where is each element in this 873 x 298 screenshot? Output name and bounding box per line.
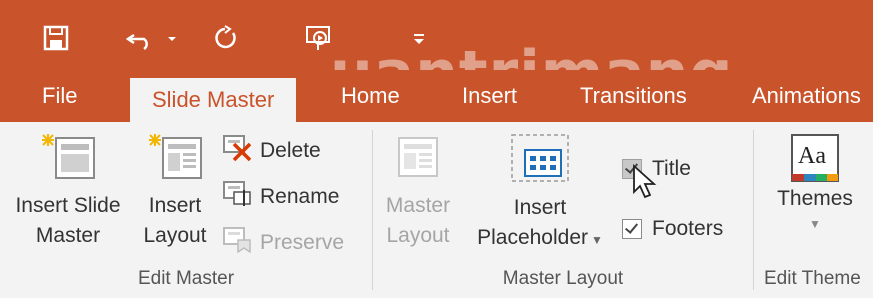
tab-insert[interactable]: Insert (462, 70, 517, 122)
themes-label: Themes (777, 187, 853, 210)
insert-layout-button[interactable]: Insert Layout (134, 132, 216, 251)
insert-placeholder-button[interactable]: Insert Placeholder ▼ (466, 132, 614, 255)
footers-checkbox[interactable]: Footers (622, 212, 723, 246)
insert-layout-icon (143, 132, 207, 191)
chevron-down-icon: ▼ (809, 217, 821, 231)
themes-icon-text: Aa (798, 143, 826, 169)
insert-placeholder-label-1: Insert (513, 196, 567, 219)
tab-home[interactable]: Home (341, 70, 400, 122)
insert-placeholder-label-row: Placeholder ▼ (477, 223, 603, 255)
rename-icon (222, 180, 254, 214)
undo-icon[interactable] (124, 18, 180, 58)
insert-slide-master-label-1: Insert Slide (15, 194, 121, 217)
preserve-button[interactable]: Preserve (222, 226, 344, 260)
group-divider (753, 130, 754, 290)
insert-layout-label-2: Layout (143, 224, 207, 247)
master-layout-group-label: Master Layout (502, 268, 624, 289)
rename-label: Rename (260, 185, 340, 208)
preserve-label: Preserve (260, 231, 345, 254)
themes-button[interactable]: Aa Themes ▼ (766, 132, 864, 234)
delete-button[interactable]: Delete (222, 134, 321, 168)
mouse-cursor-icon (632, 163, 658, 205)
chevron-down-icon: ▼ (591, 233, 603, 247)
insert-layout-label-1: Insert (148, 194, 202, 217)
delete-icon (222, 134, 254, 168)
footers-checkbox-label: Footers (652, 217, 724, 240)
footers-checkbox-box[interactable] (622, 219, 642, 239)
delete-label: Delete (260, 139, 321, 162)
master-layout-button[interactable]: Master Layout (382, 132, 454, 251)
edit-master-group-label: Edit Master (137, 268, 235, 289)
insert-slide-master-label-2: Master (35, 224, 101, 247)
title-bar: uantrimang (0, 0, 873, 108)
preserve-icon (222, 226, 254, 260)
insert-placeholder-icon (509, 132, 571, 193)
master-layout-label-2: Layout (386, 224, 450, 247)
themes-icon: Aa (789, 132, 841, 184)
save-icon[interactable] (36, 18, 76, 58)
group-divider (372, 130, 373, 290)
tab-file[interactable]: File (42, 70, 77, 122)
master-layout-label-1: Master (385, 194, 451, 217)
insert-placeholder-label-2: Placeholder (477, 226, 588, 249)
ribbon-tabs: File Slide Master Home Insert Transition… (0, 70, 873, 122)
master-layout-icon (393, 132, 443, 191)
insert-slide-master-icon (36, 132, 100, 191)
redo-icon[interactable] (206, 18, 246, 58)
tab-transitions[interactable]: Transitions (580, 70, 687, 122)
ribbon: Insert Slide Master Insert Layout Delete… (0, 122, 873, 298)
tab-animations[interactable]: Animations (752, 70, 861, 122)
tab-slide-master[interactable]: Slide Master (130, 78, 297, 122)
edit-theme-group-label: Edit Theme (764, 268, 861, 289)
rename-button[interactable]: Rename (222, 180, 339, 214)
insert-slide-master-button[interactable]: Insert Slide Master (4, 132, 132, 251)
